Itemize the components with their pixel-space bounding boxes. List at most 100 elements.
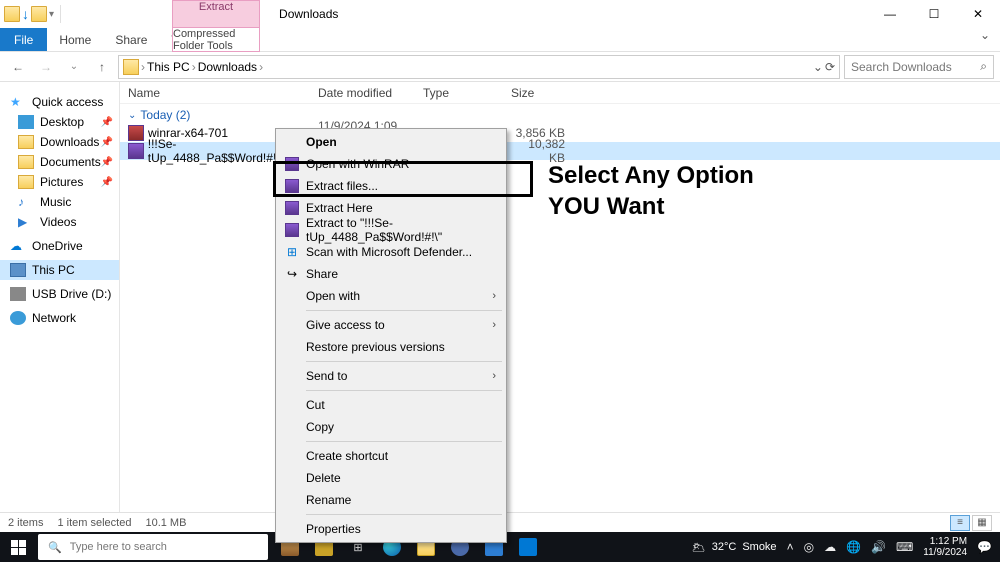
start-button[interactable]	[0, 532, 36, 562]
tray-meet-icon[interactable]: ◎	[804, 540, 814, 554]
ctx-scan-defender[interactable]: ⊞Scan with Microsoft Defender...	[278, 241, 504, 263]
group-header[interactable]: ⌄ Today (2)	[120, 104, 1000, 124]
tab-home[interactable]: Home	[47, 28, 103, 51]
separator	[306, 390, 502, 391]
overflow-icon[interactable]: ▾	[49, 9, 54, 20]
tray-date: 11/9/2024	[923, 547, 967, 558]
col-name[interactable]: Name	[120, 86, 310, 100]
nav-label: Music	[40, 195, 71, 209]
icons-view-button[interactable]: ▦	[972, 515, 992, 531]
ctx-extract-files[interactable]: Extract files...	[278, 175, 504, 197]
nav-network[interactable]: Network	[0, 308, 119, 328]
weather-icon: 🌥	[692, 541, 706, 554]
file-tab[interactable]: File	[0, 28, 47, 51]
down-arrow-icon[interactable]: ↓	[22, 6, 29, 22]
col-type[interactable]: Type	[415, 86, 503, 100]
nav-usb[interactable]: USB Drive (D:)	[0, 284, 119, 304]
tab-share[interactable]: Share	[103, 28, 159, 51]
ctx-give-access[interactable]: Give access to›	[278, 314, 504, 336]
nav-label: Desktop	[40, 115, 84, 129]
nav-thispc[interactable]: This PC	[0, 260, 119, 280]
quick-access-section[interactable]: ★ Quick access	[0, 92, 119, 112]
ctx-restore[interactable]: Restore previous versions	[278, 336, 504, 358]
crumb-thispc[interactable]: This PC	[147, 60, 190, 74]
onedrive-icon: ☁	[10, 239, 26, 253]
ctx-label: Restore previous versions	[306, 340, 445, 354]
ctx-cut[interactable]: Cut	[278, 394, 504, 416]
tray-volume-icon[interactable]: 🔊	[871, 540, 886, 554]
ctx-properties[interactable]: Properties	[278, 518, 504, 540]
nav-label: Documents	[40, 155, 101, 169]
up-button[interactable]: ↑	[90, 55, 114, 79]
ctx-copy[interactable]: Copy	[278, 416, 504, 438]
system-tray: 🌥 32°C Smoke ˄ ◎ ☁ 🌐 🔊 ⌨ 1:12 PM 11/9/20…	[684, 536, 1000, 558]
chevron-right-icon[interactable]: ›	[192, 60, 196, 74]
nav-videos[interactable]: ▶ Videos	[0, 212, 119, 232]
search-placeholder: Search Downloads	[851, 60, 952, 74]
col-size[interactable]: Size	[503, 86, 573, 100]
share-icon: ↪	[284, 266, 300, 282]
col-date[interactable]: Date modified	[310, 86, 415, 100]
ctx-send-to[interactable]: Send to›	[278, 365, 504, 387]
weather[interactable]: 🌥 32°C Smoke	[692, 541, 777, 554]
ctx-label: Cut	[306, 398, 325, 412]
chevron-right-icon[interactable]: ›	[259, 60, 263, 74]
search-placeholder: Type here to search	[70, 541, 167, 553]
nav-label: Downloads	[40, 135, 99, 149]
refresh-icon[interactable]: ⟳	[825, 60, 835, 74]
file-row[interactable]: !!!Se-tUp_4488_Pa$$Word!#! 10,382 KB	[120, 142, 1000, 160]
ctx-rename[interactable]: Rename	[278, 489, 504, 511]
details-view-button[interactable]: ≡	[950, 515, 970, 531]
videos-icon: ▶	[18, 215, 34, 229]
recent-locations-button[interactable]: ⌄	[62, 55, 86, 79]
nav-onedrive[interactable]: ☁OneDrive	[0, 236, 119, 256]
status-item-count: 2 items	[8, 517, 43, 529]
minimize-button[interactable]: —	[868, 0, 912, 28]
nav-pictures[interactable]: Pictures📌	[0, 172, 119, 192]
tray-lang-icon[interactable]: ⌨	[896, 540, 913, 554]
nav-label: Videos	[40, 215, 76, 229]
column-headers: Name Date modified Type Size	[120, 82, 1000, 104]
ctx-open[interactable]: Open	[278, 131, 504, 153]
ctx-share[interactable]: ↪Share	[278, 263, 504, 285]
tray-onedrive-icon[interactable]: ☁	[824, 540, 836, 554]
ctx-create-shortcut[interactable]: Create shortcut	[278, 445, 504, 467]
tray-notifications-icon[interactable]: 💬	[977, 540, 992, 554]
ctx-delete[interactable]: Delete	[278, 467, 504, 489]
status-selected: 1 item selected	[57, 517, 131, 529]
titlebar: ↓ ▾ Extract Compressed Folder Tools Down…	[0, 0, 1000, 28]
ctx-label: Create shortcut	[306, 449, 388, 463]
nav-downloads[interactable]: Downloads📌	[0, 132, 119, 152]
ctx-label: Extract to "!!!Se-tUp_4488_Pa$$Word!#!\"	[306, 216, 496, 244]
folder-icon	[18, 175, 34, 189]
tb-mail[interactable]	[512, 532, 544, 562]
search-input[interactable]: Search Downloads ⌕	[844, 55, 994, 79]
contextual-tab[interactable]: Compressed Folder Tools	[172, 28, 260, 52]
tray-clock[interactable]: 1:12 PM 11/9/2024	[923, 536, 967, 558]
pin-icon: 📌	[101, 177, 113, 188]
nav-desktop[interactable]: Desktop📌	[0, 112, 119, 132]
search-icon[interactable]: ⌕	[980, 59, 987, 74]
crumb-downloads[interactable]: Downloads	[198, 60, 257, 74]
nav-documents[interactable]: Documents📌	[0, 152, 119, 172]
ctx-extract-to[interactable]: Extract to "!!!Se-tUp_4488_Pa$$Word!#!\"	[278, 219, 504, 241]
tray-network-icon[interactable]: 🌐	[846, 540, 861, 554]
navigation-pane: ★ Quick access Desktop📌 Downloads📌 Docum…	[0, 82, 120, 512]
ctx-label: Delete	[306, 471, 341, 485]
ctx-label: Scan with Microsoft Defender...	[306, 245, 472, 259]
ribbon-expand-icon[interactable]: ⌄	[970, 28, 1000, 51]
close-button[interactable]: ✕	[956, 0, 1000, 28]
maximize-button[interactable]: ☐	[912, 0, 956, 28]
dropdown-icon[interactable]: ⌄	[813, 60, 823, 74]
back-button[interactable]: ←	[6, 55, 30, 79]
forward-button[interactable]: →	[34, 55, 58, 79]
nav-music[interactable]: ♪Music	[0, 192, 119, 212]
chevron-right-icon[interactable]: ›	[141, 60, 145, 74]
ctx-open-winrar[interactable]: Open with WinRAR	[278, 153, 504, 175]
divider	[60, 5, 61, 23]
chevron-right-icon: ›	[492, 370, 496, 382]
tray-chevron-icon[interactable]: ˄	[787, 540, 794, 554]
ctx-open-with[interactable]: Open with›	[278, 285, 504, 307]
taskbar-search[interactable]: 🔍 Type here to search	[38, 534, 268, 560]
breadcrumb[interactable]: › This PC › Downloads › ⌄ ⟳	[118, 55, 840, 79]
